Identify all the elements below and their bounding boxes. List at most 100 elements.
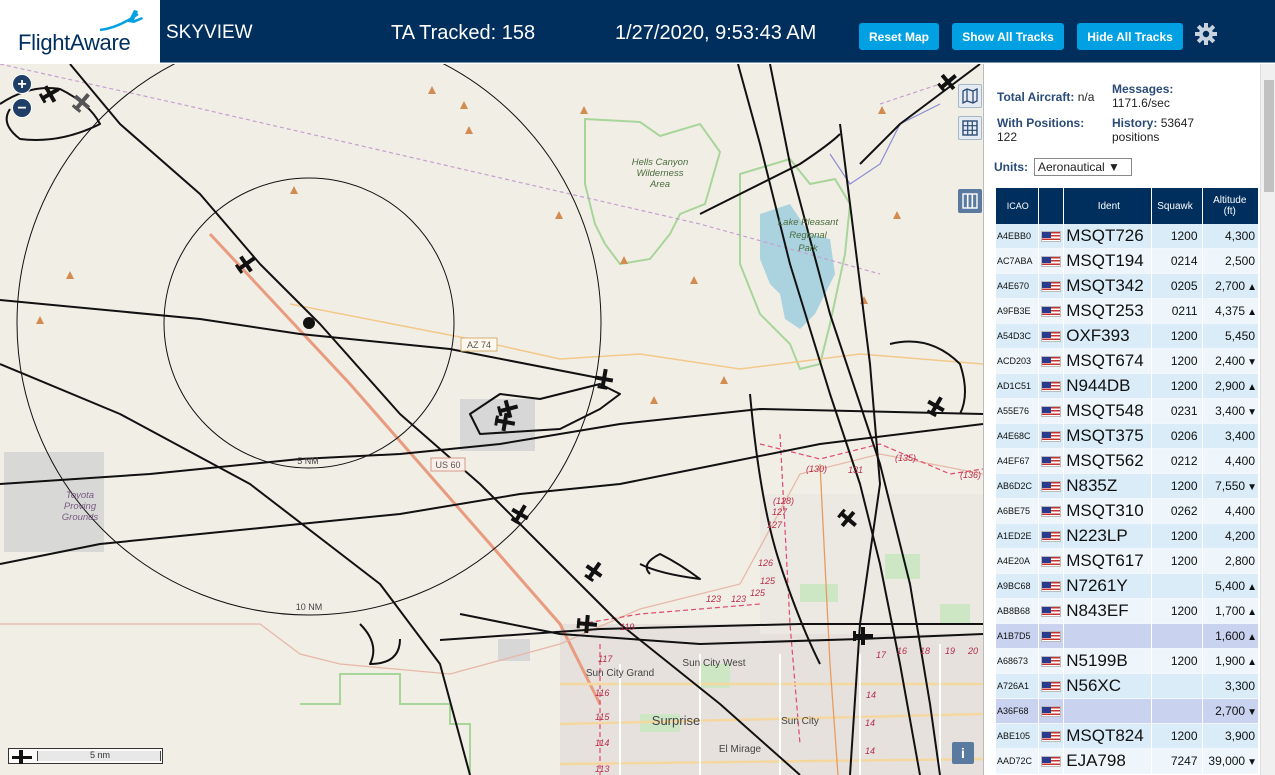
table-row[interactable]: AB6D2C N835Z 1200 7,550 ▼ bbox=[996, 474, 1258, 499]
road-num: 115 bbox=[595, 712, 610, 722]
info-button[interactable]: i bbox=[952, 742, 974, 764]
flag-cell bbox=[1039, 549, 1064, 574]
map-layers-button[interactable] bbox=[958, 84, 982, 108]
messages-value: 1171.6/sec bbox=[1112, 96, 1170, 110]
icao-cell: A1B7D5 bbox=[996, 624, 1039, 649]
altitude-value: 3,300 bbox=[1224, 679, 1255, 693]
altitude-cell: 4,375 ▲ bbox=[1202, 299, 1258, 324]
logo-text: FlightAware bbox=[18, 30, 131, 55]
us-flag-icon bbox=[1041, 431, 1062, 443]
table-row[interactable]: AAD72C EJA798 7247 39,000 ▼ bbox=[996, 749, 1258, 774]
road-num: 117 bbox=[598, 654, 613, 664]
us-flag-icon bbox=[1041, 231, 1062, 243]
table-row[interactable]: A726A1 N56XC 3,300 bbox=[996, 674, 1258, 699]
table-row[interactable]: A55E76 MSQT548 0231 3,400 ▼ bbox=[996, 399, 1258, 424]
table-row[interactable]: A4E68C MSQT375 0206 3,400 bbox=[996, 424, 1258, 449]
map-view[interactable]: Hells Canyon Wilderness Area Lake Pleasa… bbox=[0, 64, 983, 775]
toggle-columns-button[interactable] bbox=[958, 189, 982, 213]
road-num: 16 bbox=[897, 646, 907, 656]
altitude-value: 2,700 bbox=[1215, 704, 1246, 718]
zoom-out-button[interactable]: − bbox=[12, 98, 32, 118]
us-flag-icon bbox=[1041, 331, 1062, 343]
show-all-tracks-button[interactable]: Show All Tracks bbox=[952, 23, 1064, 50]
aircraft-panel: Total Aircraft: n/a With Positions: 122 … bbox=[983, 64, 1275, 775]
airplane-icon bbox=[12, 750, 32, 764]
us-flag-icon bbox=[1041, 531, 1062, 543]
history-unit: positions bbox=[1112, 130, 1160, 144]
road-num: 126 bbox=[758, 558, 773, 568]
scrollbar-thumb[interactable] bbox=[1264, 80, 1274, 192]
flag-cell bbox=[1039, 624, 1064, 649]
table-row[interactable]: A54D3C OXF393 1200 5,450 bbox=[996, 324, 1258, 349]
flag-cell bbox=[1039, 749, 1064, 774]
us-flag-icon bbox=[1041, 656, 1062, 668]
ident-cell: MSQT548 bbox=[1064, 399, 1152, 424]
column-icao[interactable]: ICAO bbox=[996, 188, 1039, 224]
table-row[interactable]: ACD203 MSQT674 1200 2,400 ▼ bbox=[996, 349, 1258, 374]
table-row[interactable]: A6BE75 MSQT310 0262 4,400 bbox=[996, 499, 1258, 524]
altitude-cell: 3,400 ▼ bbox=[1202, 399, 1258, 424]
us-flag-icon bbox=[1041, 456, 1062, 468]
aircraft-table: ICAO Ident Squawk Altitude (ft) A4EBB0 MSQ… bbox=[995, 188, 1259, 774]
icao-cell: A4EF67 bbox=[996, 449, 1039, 474]
table-row[interactable]: A4E670 MSQT342 0205 2,700 ▲ bbox=[996, 274, 1258, 299]
table-row[interactable]: A68673 N5199B 1200 1,900 ▲ bbox=[996, 649, 1258, 674]
icao-cell: A68673 bbox=[996, 649, 1039, 674]
flag-cell bbox=[1039, 324, 1064, 349]
climb-direction-icon: ▲ bbox=[1247, 632, 1257, 643]
units-select[interactable]: Aeronautical ▼ bbox=[1034, 158, 1132, 176]
table-row[interactable]: A4EF67 MSQT562 0212 4,400 bbox=[996, 449, 1258, 474]
road-num: 14 bbox=[865, 746, 875, 756]
table-row[interactable]: A4E20A MSQT617 1200 2,800 bbox=[996, 549, 1258, 574]
column-squawk[interactable]: Squawk bbox=[1152, 188, 1202, 224]
scrollbar[interactable] bbox=[1260, 64, 1275, 775]
us-flag-icon bbox=[1041, 481, 1062, 493]
hide-all-tracks-button[interactable]: Hide All Tracks bbox=[1077, 23, 1183, 50]
columns-icon bbox=[962, 193, 978, 209]
gear-icon[interactable] bbox=[1194, 22, 1218, 46]
table-row[interactable]: A1B7D5 1,600 ▲ bbox=[996, 624, 1258, 649]
ident-cell: MSQT824 bbox=[1064, 724, 1152, 749]
table-row[interactable]: AC7ABA MSQT194 0214 2,500 bbox=[996, 249, 1258, 274]
column-ident[interactable]: Ident bbox=[1064, 188, 1152, 224]
table-row[interactable]: A9BC68 N7261Y 5,400 ▲ bbox=[996, 574, 1258, 599]
column-altitude[interactable]: Altitude (ft) bbox=[1202, 188, 1258, 224]
table-row[interactable]: A1ED2E N223LP 1200 4,200 bbox=[996, 524, 1258, 549]
label-hells-canyon-2: Wilderness bbox=[637, 168, 684, 179]
altitude-value: 4,400 bbox=[1224, 504, 1255, 518]
squawk-cell bbox=[1152, 624, 1202, 649]
reset-map-button[interactable]: Reset Map bbox=[859, 23, 939, 50]
label-hells-canyon-3: Area bbox=[649, 179, 670, 190]
label-el-mirage: El Mirage bbox=[719, 744, 762, 755]
us-flag-icon bbox=[1041, 406, 1062, 418]
climb-direction-icon: ▼ bbox=[1247, 482, 1257, 493]
table-row[interactable]: A4EBB0 MSQT726 1200 4,300 bbox=[996, 224, 1258, 249]
road-num: 14 bbox=[866, 690, 876, 700]
altitude-value: 5,450 bbox=[1224, 329, 1255, 343]
ident-cell: MSQT726 bbox=[1064, 224, 1152, 249]
climb-direction-icon: ▲ bbox=[1247, 282, 1257, 293]
clock: 1/27/2020, 9:53:43 AM bbox=[615, 22, 817, 44]
squawk-cell: 0212 bbox=[1152, 449, 1202, 474]
us-flag-icon bbox=[1041, 506, 1062, 518]
flag-cell bbox=[1039, 699, 1064, 724]
zoom-in-button[interactable]: + bbox=[12, 74, 32, 94]
table-row[interactable]: A36F68 2,700 ▼ bbox=[996, 699, 1258, 724]
icao-cell: ABE105 bbox=[996, 724, 1039, 749]
icao-cell: A1ED2E bbox=[996, 524, 1039, 549]
column-flag[interactable] bbox=[1039, 188, 1064, 224]
table-row[interactable]: A9FB3E MSQT253 0211 4,375 ▲ bbox=[996, 299, 1258, 324]
altitude-value: 4,300 bbox=[1224, 229, 1255, 243]
road-num: 125 bbox=[760, 576, 776, 586]
table-row[interactable]: AD1C51 N944DB 1200 2,900 ▲ bbox=[996, 374, 1258, 399]
ident-cell: OXF393 bbox=[1064, 324, 1152, 349]
icao-cell: ACD203 bbox=[996, 349, 1039, 374]
table-row[interactable]: AB8B68 N843EF 1200 1,700 ▲ bbox=[996, 599, 1258, 624]
road-num: (130) bbox=[806, 464, 827, 474]
squawk-cell: 1200 bbox=[1152, 524, 1202, 549]
flag-cell bbox=[1039, 274, 1064, 299]
table-row[interactable]: ABE105 MSQT824 1200 3,900 bbox=[996, 724, 1258, 749]
us-flag-icon bbox=[1041, 356, 1062, 368]
range-rings-button[interactable] bbox=[958, 116, 982, 140]
us-flag-icon bbox=[1041, 256, 1062, 268]
